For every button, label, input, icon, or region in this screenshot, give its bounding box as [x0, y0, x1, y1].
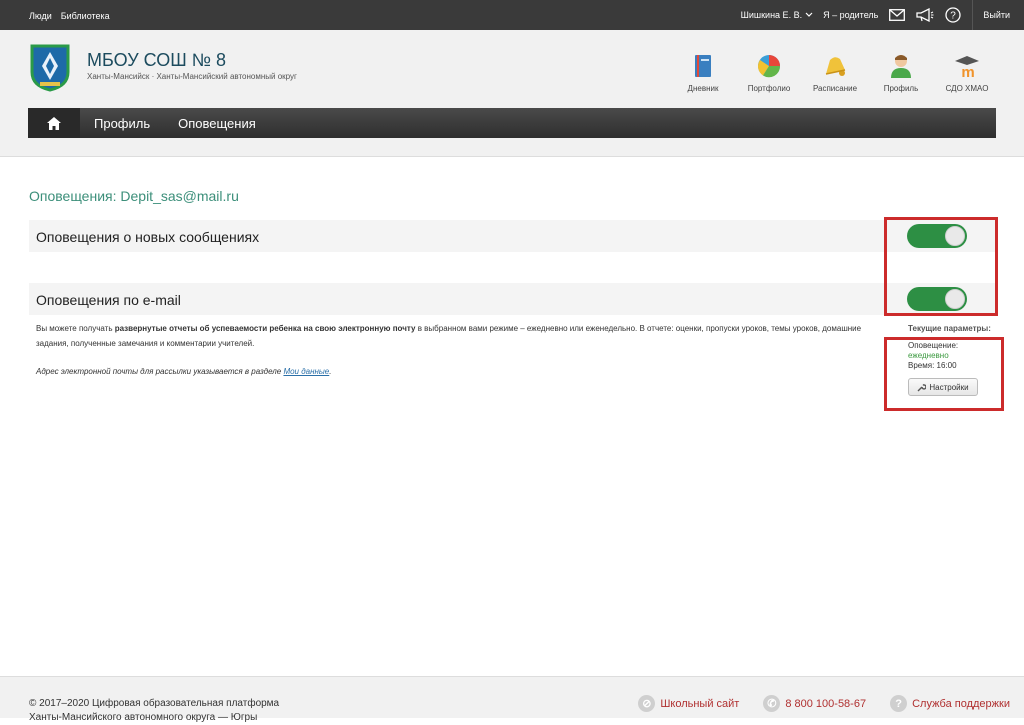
notification-label-messages: Оповещения о новых сообщениях: [36, 229, 260, 245]
top-bar: Люди Библиотека Шишкина Е. В. Я – родите…: [0, 0, 1024, 30]
nav-schedule-label: Расписание: [812, 84, 858, 93]
user-menu[interactable]: Шишкина Е. В.: [741, 10, 813, 20]
nav-icons: Дневник Портфолио Расписание Профиль m С…: [670, 52, 1000, 93]
nav-sdo-label: СДО ХМАО: [945, 84, 989, 93]
role-label[interactable]: Я – родитель: [823, 10, 878, 20]
schedule-bell-icon: [825, 57, 846, 76]
phone-label: 8 800 100-58-67: [785, 697, 867, 710]
home-icon: [47, 116, 61, 130]
phone-link[interactable]: ✆ 8 800 100-58-67: [763, 695, 866, 712]
mail-icon[interactable]: [888, 6, 906, 24]
desc-bold: развернутые отчеты об успеваемости ребен…: [114, 324, 416, 333]
profile-icon: [891, 55, 911, 78]
chevron-down-icon: [805, 12, 813, 17]
nav-profile-label: Профиль: [883, 84, 919, 93]
notification-label-email: Оповещения по e-mail: [36, 292, 181, 308]
note-end: .: [329, 367, 332, 376]
portfolio-icon: [758, 55, 781, 78]
megaphone-icon[interactable]: [916, 6, 934, 24]
moodle-icon: m: [955, 56, 979, 80]
school-name: МБОУ СОШ № 8: [87, 50, 227, 70]
link-icon: ⊘: [638, 695, 656, 712]
nav-sdo[interactable]: m СДО ХМАО: [934, 52, 1000, 93]
top-links: Люди Библиотека: [29, 11, 110, 21]
email-note: Адрес электронной почты для рассылки ука…: [36, 367, 331, 376]
top-right: Шишкина Е. В. Я – родитель ? Выйти: [741, 0, 1010, 30]
home-button[interactable]: [28, 108, 80, 138]
support-label: Служба поддержки: [912, 697, 1010, 710]
nav-portfolio[interactable]: Портфолио: [736, 52, 802, 93]
phone-icon: ✆: [763, 695, 781, 712]
copyright-line1: © 2017–2020 Цифровая образовательная пла…: [29, 698, 280, 709]
logout-link[interactable]: Выйти: [983, 10, 1010, 20]
copyright: © 2017–2020 Цифровая образовательная пла…: [29, 697, 279, 725]
desc-pre: Вы можете получать: [36, 324, 115, 333]
nav-diary[interactable]: Дневник: [670, 52, 736, 93]
email-description: Вы можете получать развернутые отчеты об…: [36, 321, 888, 351]
current-params-title: Текущие параметры:: [908, 324, 991, 333]
help-circle-icon: ?: [890, 695, 908, 712]
note-text: Адрес электронной почты для рассылки ука…: [36, 367, 284, 376]
menu-item-notifications[interactable]: Оповещения: [164, 116, 270, 131]
highlight-box-toggles: [884, 217, 998, 316]
school-site-label: Школьный сайт: [660, 697, 740, 710]
copyright-line2: Ханты-Мансийского автономного округа — Ю…: [29, 712, 258, 723]
page-title: Оповещения: Depit_sas@mail.ru: [29, 188, 239, 204]
svg-text:m: m: [961, 64, 974, 80]
top-link-people[interactable]: Люди: [29, 11, 52, 21]
notification-row-messages: Оповещения о новых сообщениях: [29, 220, 996, 252]
nav-diary-label: Дневник: [687, 84, 719, 93]
top-link-library[interactable]: Библиотека: [61, 11, 110, 21]
user-name: Шишкина Е. В.: [740, 10, 803, 20]
main-menu: Профиль Оповещения: [28, 108, 996, 138]
svg-text:?: ?: [951, 11, 957, 22]
menu-item-profile[interactable]: Профиль: [80, 116, 164, 131]
footer: © 2017–2020 Цифровая образовательная пла…: [0, 676, 1024, 723]
nav-profile[interactable]: Профиль: [868, 52, 934, 93]
support-link[interactable]: ? Служба поддержки: [890, 695, 1010, 712]
separator: [972, 0, 974, 30]
coat-of-arms-logo[interactable]: [28, 42, 72, 92]
notification-row-email: Оповещения по e-mail: [29, 283, 996, 315]
highlight-box-params: [884, 337, 1004, 411]
nav-portfolio-label: Портфолио: [747, 84, 791, 93]
school-location: Ханты-Мансийск · Ханты-Мансийский автоно…: [87, 72, 297, 81]
school-site-link[interactable]: ⊘ Школьный сайт: [638, 695, 739, 712]
diary-icon: [695, 55, 711, 77]
footer-links: ⊘ Школьный сайт ✆ 8 800 100-58-67 ? Служ…: [638, 695, 1010, 712]
my-data-link[interactable]: Мои данные: [283, 367, 329, 376]
help-icon[interactable]: ?: [944, 6, 962, 24]
header: МБОУ СОШ № 8 Ханты-Мансийск · Ханты-Манс…: [0, 30, 1024, 157]
nav-schedule[interactable]: Расписание: [802, 52, 868, 93]
